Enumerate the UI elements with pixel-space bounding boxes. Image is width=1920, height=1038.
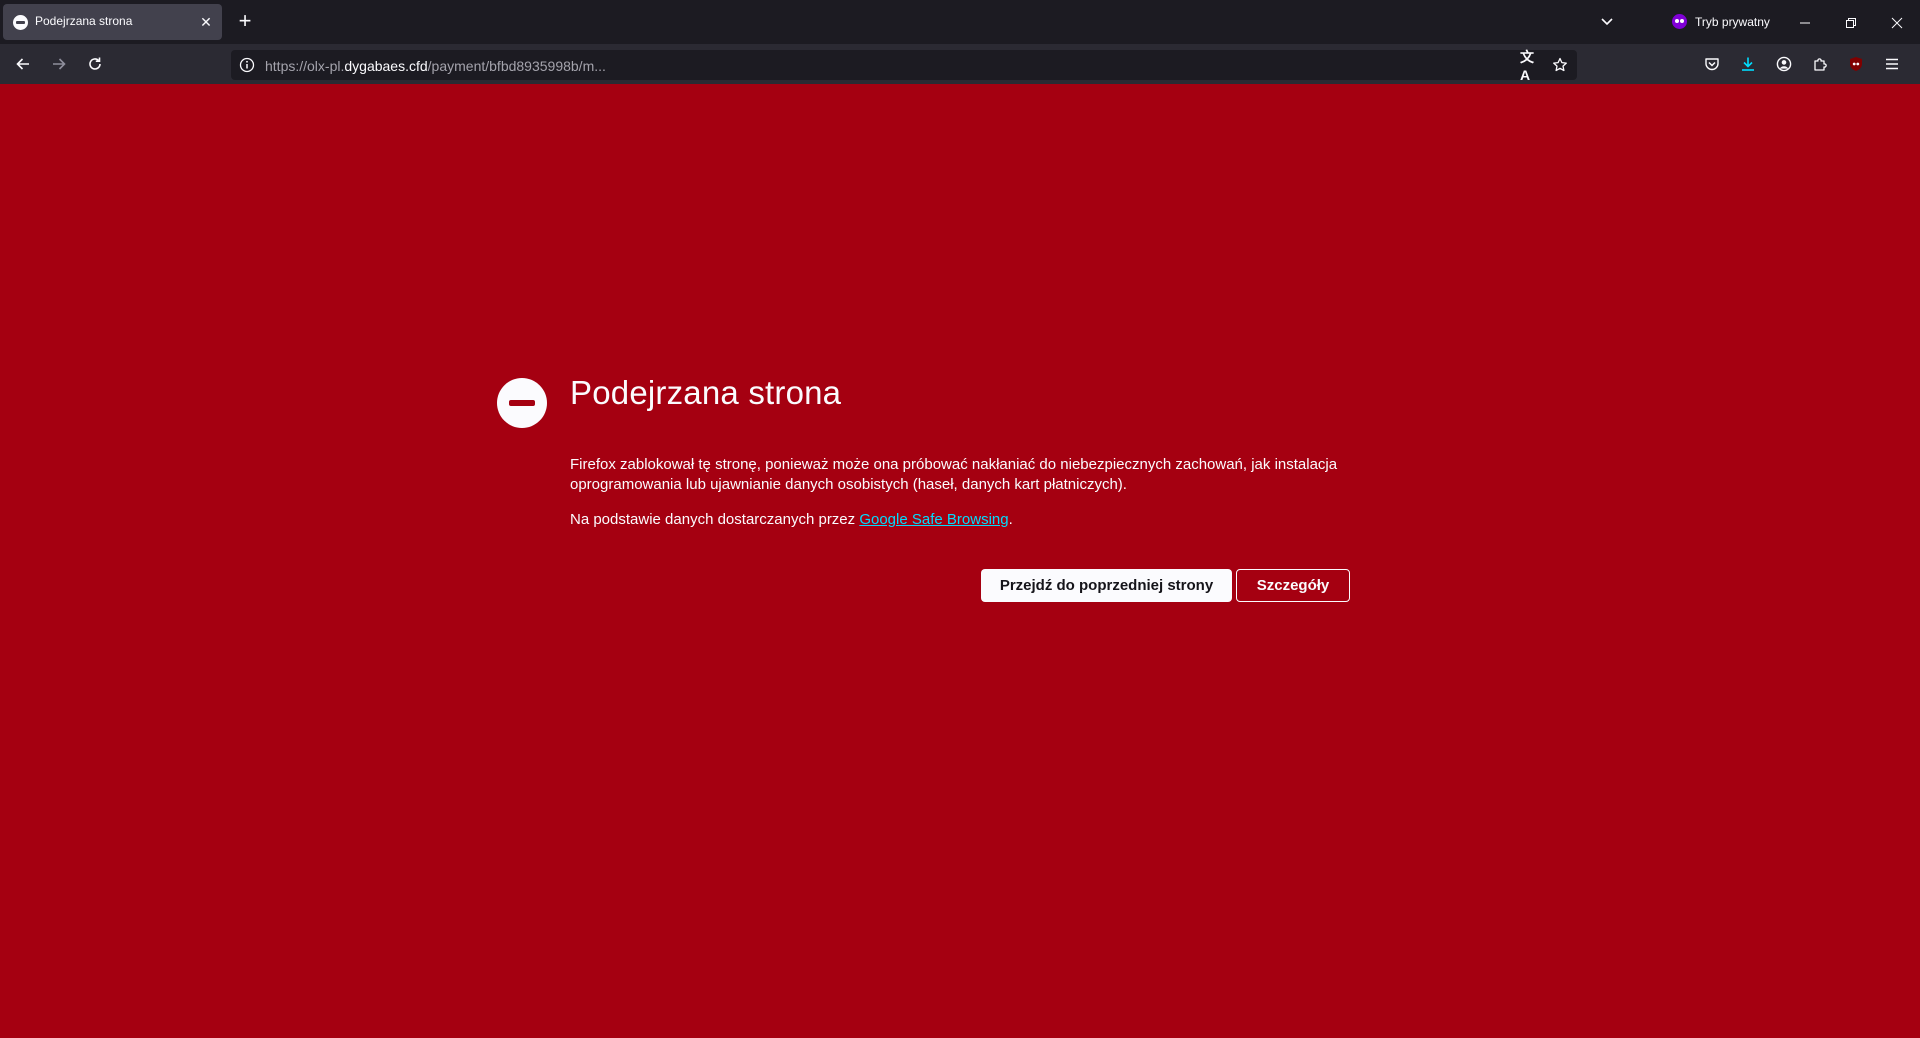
minimize-button[interactable]: [1782, 0, 1828, 44]
download-icon: [1742, 57, 1754, 71]
info-icon[interactable]: [239, 57, 255, 73]
arrow-right-icon: [53, 58, 66, 70]
page-title: Podejrzana strona: [570, 374, 842, 411]
reload-icon: [89, 57, 101, 70]
minimize-icon: [1800, 22, 1810, 24]
navigation-toolbar: https://olx-pl.dygabaes.cfd/payment/bfbd…: [0, 44, 1920, 84]
reload-button[interactable]: [79, 48, 111, 80]
url-text[interactable]: https://olx-pl.dygabaes.cfd/payment/bfbd…: [265, 58, 606, 74]
star-icon: [1553, 57, 1567, 72]
ublock-shield-icon: [1850, 57, 1862, 71]
puzzle-icon: [1814, 58, 1827, 71]
new-tab-button[interactable]: +: [231, 8, 259, 36]
close-icon[interactable]: ✕: [196, 12, 216, 32]
error-page: [0, 84, 1920, 1038]
source-prefix: Na podstawie danych dostarczanych przez: [570, 511, 860, 528]
private-mask-icon: [1672, 14, 1687, 29]
url-prefix: https://olx-pl.: [265, 58, 345, 74]
restore-icon: [1846, 18, 1856, 29]
hamburger-menu-icon: [1886, 58, 1898, 70]
tab-active[interactable]: Podejrzana strona ✕: [3, 4, 222, 40]
url-bar[interactable]: https://olx-pl.dygabaes.cfd/payment/bfbd…: [231, 49, 1577, 83]
list-all-tabs-button[interactable]: [1594, 10, 1620, 34]
url-domain: dygabaes.cfd: [344, 58, 428, 74]
tab-title: Podejrzana strona: [35, 14, 133, 28]
google-safe-browsing-link[interactable]: Google Safe Browsing: [859, 511, 1008, 528]
account-button[interactable]: [1768, 48, 1800, 80]
details-button[interactable]: Szczegóły: [1236, 569, 1350, 602]
close-window-button[interactable]: [1874, 0, 1920, 44]
error-source-text: Na podstawie danych dostarczanych przez …: [570, 510, 1013, 530]
app-menu-button[interactable]: [1876, 48, 1908, 80]
forward-button[interactable]: [43, 48, 75, 80]
pocket-icon: [1705, 58, 1719, 71]
source-suffix: .: [1008, 511, 1013, 528]
back-button[interactable]: [7, 48, 39, 80]
blocked-icon: [13, 15, 28, 30]
chevron-down-icon: [1601, 18, 1613, 26]
pocket-button[interactable]: [1696, 48, 1728, 80]
bookmark-star-button[interactable]: [1548, 53, 1572, 77]
blocked-icon: [497, 378, 547, 428]
account-icon: [1776, 56, 1792, 72]
downloads-button[interactable]: [1732, 48, 1764, 80]
url-suffix: /payment/bfbd8935998b/m...: [427, 58, 606, 74]
translate-icon[interactable]: 文A: [1520, 49, 1544, 83]
browser-window: Podejrzana strona ✕ + Tryb prywatny http…: [0, 0, 1920, 1038]
go-back-button[interactable]: Przejdź do poprzedniej strony: [981, 569, 1232, 602]
error-description: Firefox zablokował tę stronę, ponieważ m…: [570, 456, 1338, 493]
extensions-button[interactable]: [1804, 48, 1836, 80]
restore-button[interactable]: [1828, 0, 1874, 44]
ublock-origin-button[interactable]: [1840, 48, 1872, 80]
close-icon: [1891, 17, 1903, 29]
tab-strip: Podejrzana strona ✕ + Tryb prywatny: [0, 0, 1920, 44]
arrow-left-icon: [16, 58, 29, 70]
private-browsing-label: Tryb prywatny: [1695, 15, 1770, 29]
